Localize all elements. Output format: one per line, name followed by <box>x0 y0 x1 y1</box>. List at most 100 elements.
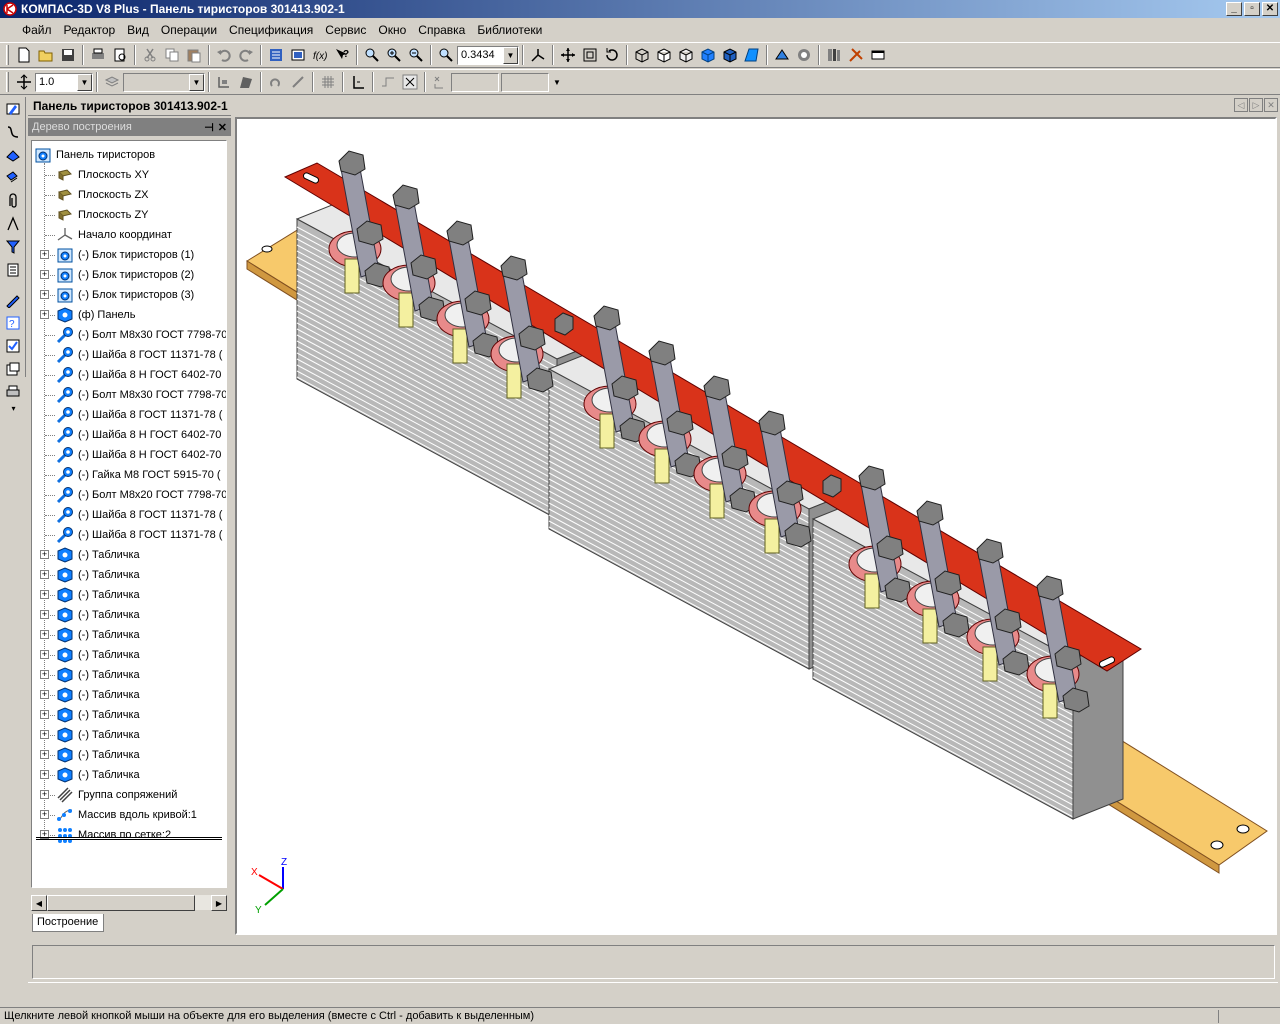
tree-item[interactable]: (-) Гайка М8 ГОСТ 5915-70 ( <box>32 465 226 485</box>
expand-icon[interactable]: + <box>40 790 49 799</box>
wireframe-icon[interactable] <box>631 44 653 66</box>
tree-item[interactable]: (-) Шайба 8 Н ГОСТ 6402-70 <box>32 425 226 445</box>
expand-icon[interactable]: + <box>40 730 49 739</box>
paste-icon[interactable] <box>183 44 205 66</box>
rotate-icon[interactable] <box>601 44 623 66</box>
thyristor-panel-3d-model[interactable]: X Z Y <box>237 119 1275 933</box>
expand-icon[interactable]: + <box>40 670 49 679</box>
coordinates-icon[interactable] <box>429 71 451 93</box>
hidden-lines-icon[interactable] <box>653 44 675 66</box>
drawing-icon[interactable] <box>2 358 24 380</box>
expand-icon[interactable]: + <box>40 290 49 299</box>
geometry-icon[interactable] <box>2 144 24 166</box>
copy-icon[interactable] <box>161 44 183 66</box>
coord-y-field[interactable] <box>501 72 549 92</box>
undo-icon[interactable] <box>213 44 235 66</box>
tree-item[interactable]: + (-) Табличка <box>32 605 226 625</box>
tree-item[interactable]: + (-) Табличка <box>32 685 226 705</box>
sketch-icon[interactable] <box>235 71 257 93</box>
tree-horizontal-scrollbar[interactable]: ◀ ▶ <box>31 894 227 911</box>
menu-help[interactable]: Справка <box>412 23 471 37</box>
expand-icon[interactable]: + <box>40 750 49 759</box>
tab-build[interactable]: Построение <box>32 914 104 932</box>
menu-specification[interactable]: Спецификация <box>223 23 319 37</box>
pan-icon[interactable] <box>557 44 579 66</box>
redo-icon[interactable] <box>235 44 257 66</box>
expand-icon[interactable]: + <box>40 630 49 639</box>
tree-item[interactable]: + (-) Табличка <box>32 765 226 785</box>
orientation-icon[interactable] <box>527 44 549 66</box>
menu-libraries[interactable]: Библиотеки <box>471 23 548 37</box>
close-panel-icon[interactable]: ✕ <box>218 121 227 134</box>
layer-select[interactable]: ▼ <box>123 72 205 92</box>
expand-icon[interactable]: + <box>40 770 49 779</box>
tree-item[interactable]: (-) Болт М8х30 ГОСТ 7798-70 <box>32 385 226 405</box>
scroll-down-icon[interactable]: ▾ <box>2 404 25 413</box>
shaded-icon[interactable] <box>697 44 719 66</box>
expand-icon[interactable]: + <box>40 310 49 319</box>
perspective-icon[interactable] <box>741 44 763 66</box>
menu-window[interactable]: Окно <box>372 23 412 37</box>
tree-item[interactable]: (-) Шайба 8 Н ГОСТ 6402-70 <box>32 365 226 385</box>
zoom-scale-input[interactable]: 0.3434 ▼ <box>457 45 519 65</box>
tree-item[interactable]: + (-) Блок тиристоров (2) <box>32 265 226 285</box>
panel-icon[interactable] <box>867 44 889 66</box>
coord-x-field[interactable] <box>451 72 499 92</box>
expand-icon[interactable]: + <box>40 650 49 659</box>
tree-item[interactable]: + (ф) Панель <box>32 305 226 325</box>
chevron-down-icon[interactable]: ▼ <box>77 73 92 91</box>
tree-item[interactable]: + (-) Табличка <box>32 565 226 585</box>
menu-edit[interactable]: Редактор <box>58 23 122 37</box>
help-icon[interactable]: ? <box>331 44 353 66</box>
new-component-icon[interactable]: ? <box>2 312 24 334</box>
expand-icon[interactable]: + <box>40 250 49 259</box>
tree-item[interactable]: + Группа сопряжений <box>32 785 226 805</box>
doc-close-icon[interactable]: ✕ <box>1264 98 1278 112</box>
manager-icon[interactable] <box>287 44 309 66</box>
tree-item[interactable]: + Массив по сетке:2 <box>32 825 226 845</box>
step-icon[interactable] <box>13 71 35 93</box>
tree-item[interactable]: + (-) Табличка <box>32 645 226 665</box>
minimize-button[interactable]: _ <box>1226 2 1242 16</box>
tree-item[interactable]: (-) Шайба 8 Н ГОСТ 6402-70 <box>32 445 226 465</box>
pin-panel-icon[interactable]: ⊣ <box>204 121 214 134</box>
cut-icon[interactable] <box>139 44 161 66</box>
grid-icon[interactable] <box>317 71 339 93</box>
zoom-window-icon[interactable] <box>361 44 383 66</box>
tree-item[interactable]: + (-) Табличка <box>32 585 226 605</box>
tree-item[interactable]: (-) Шайба 8 ГОСТ 11371-78 ( <box>32 525 226 545</box>
scroll-left-icon[interactable]: ◀ <box>31 895 47 911</box>
scroll-right-icon[interactable]: ▶ <box>211 895 227 911</box>
menu-view[interactable]: Вид <box>121 23 155 37</box>
check-icon[interactable] <box>2 335 24 357</box>
tree-item[interactable]: Плоскость ZX <box>32 185 226 205</box>
chevron-down-icon[interactable]: ▼ <box>553 78 561 87</box>
show-all-icon[interactable] <box>579 44 601 66</box>
expand-icon[interactable]: + <box>40 810 49 819</box>
tree-item[interactable]: Плоскость ZY <box>32 205 226 225</box>
expand-icon[interactable]: + <box>40 710 49 719</box>
tree-item[interactable]: (-) Болт М8х20 ГОСТ 7798-70 <box>32 485 226 505</box>
tree-item[interactable]: + (-) Табличка <box>32 665 226 685</box>
expand-icon[interactable]: + <box>40 570 49 579</box>
mates-toolbar-icon[interactable] <box>2 167 24 189</box>
edit-assembly-icon[interactable] <box>2 289 24 311</box>
menu-file[interactable]: Файл <box>16 23 58 37</box>
zoom-in-icon[interactable] <box>383 44 405 66</box>
tree-item[interactable]: + (-) Табличка <box>32 625 226 645</box>
new-document-icon[interactable] <box>13 44 35 66</box>
filter-icon[interactable] <box>2 236 24 258</box>
thin-hidden-icon[interactable] <box>675 44 697 66</box>
tree-root[interactable]: Панель тиристоров <box>32 145 226 165</box>
close-button[interactable]: ✕ <box>1262 2 1278 16</box>
tree-item[interactable]: + (-) Табличка <box>32 745 226 765</box>
save-icon[interactable] <box>57 44 79 66</box>
variables-icon[interactable]: f(x) <box>309 44 331 66</box>
measure-icon[interactable] <box>2 213 24 235</box>
tree-item[interactable]: + (-) Табличка <box>32 725 226 745</box>
preview-icon[interactable] <box>109 44 131 66</box>
tree-item[interactable]: (-) Болт М8х30 ГОСТ 7798-70 <box>32 325 226 345</box>
zoom-scale-icon[interactable] <box>435 44 457 66</box>
tree-item[interactable]: + (-) Блок тиристоров (3) <box>32 285 226 305</box>
clip-icon[interactable] <box>2 190 24 212</box>
